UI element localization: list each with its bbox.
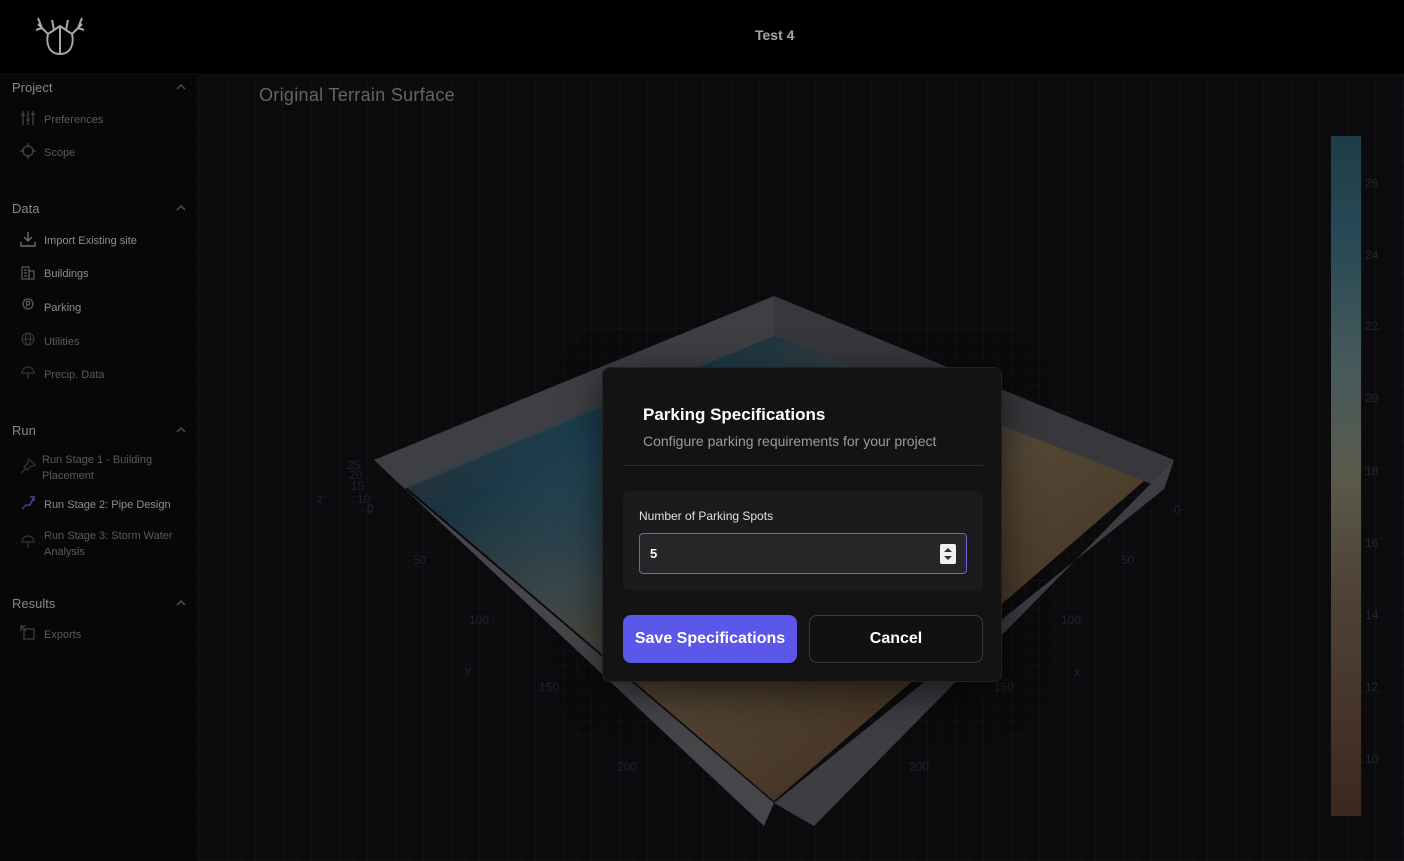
deer-antler-logo-icon[interactable] [34, 14, 86, 58]
chevron-up-icon [176, 83, 186, 90]
colorbar-tick: 26 [1365, 176, 1379, 190]
svg-text:100: 100 [1061, 613, 1081, 627]
sidebar-item-label: Buildings [44, 268, 89, 280]
pipe-icon [21, 496, 35, 510]
sidebar: Project Preferences Scope Data Import Ex… [0, 76, 198, 861]
umbrella-icon [21, 366, 35, 379]
sliders-icon [21, 111, 35, 125]
section-title: Results [12, 596, 56, 611]
globe-icon [21, 332, 35, 346]
section-header-run[interactable]: Run [12, 423, 186, 438]
svg-text:200: 200 [909, 760, 929, 774]
sidebar-item-label: Precip. Data [44, 369, 105, 381]
svg-text:150: 150 [994, 680, 1014, 694]
dialog-title: Parking Specifications [643, 405, 826, 424]
chevron-up-icon [176, 599, 186, 606]
section-title: Project [12, 80, 53, 95]
sidebar-item-label: Import Existing site [44, 235, 137, 247]
svg-text:y: y [465, 663, 471, 677]
colorbar-tick: 16 [1365, 536, 1379, 550]
colorbar-tick: 14 [1365, 608, 1379, 622]
svg-text:10: 10 [357, 492, 371, 506]
svg-text:100: 100 [469, 613, 489, 627]
number-stepper-icon[interactable] [940, 544, 956, 564]
svg-text:200: 200 [617, 760, 637, 774]
svg-text:25: 25 [347, 458, 361, 472]
svg-text:50: 50 [413, 553, 427, 567]
colorbar-tick: 20 [1365, 391, 1379, 405]
colorbar-tick: 22 [1365, 319, 1379, 333]
parking-spots-field-card: Number of Parking Spots [623, 491, 983, 590]
sidebar-item-label: Run Stage 2: Pipe Design [44, 499, 171, 511]
colorbar-tick: 10 [1365, 752, 1379, 766]
building-icon [21, 266, 35, 280]
svg-text:50: 50 [1121, 553, 1135, 567]
sidebar-item-label: Exports [44, 629, 82, 641]
save-specifications-button[interactable]: Save Specifications [623, 615, 797, 663]
top-header: Test 4 [0, 0, 1404, 75]
colorbar-tick: 18 [1365, 464, 1379, 478]
sidebar-item-label: Utilities [44, 336, 80, 348]
colorbar-tick: 24 [1365, 248, 1379, 262]
project-title[interactable]: Test 4 [755, 27, 794, 43]
field-label: Number of Parking Spots [639, 509, 774, 523]
sidebar-item-label: Preferences [44, 114, 104, 126]
parking-spots-input[interactable] [639, 533, 967, 574]
sidebar-item-label: Parking [44, 302, 82, 314]
umbrella-icon [21, 535, 35, 548]
svg-text:z: z [317, 492, 323, 506]
sidebar-item-label: Scope [44, 147, 76, 159]
parking-icon [22, 298, 34, 310]
divider [623, 465, 983, 466]
pin-icon [20, 458, 36, 474]
svg-text:0: 0 [1174, 503, 1181, 517]
chevron-up-icon [176, 204, 186, 211]
svg-text:x: x [1074, 665, 1080, 679]
parking-specifications-dialog: Parking Specifications Configure parking… [602, 367, 1002, 682]
crosshair-icon [20, 143, 36, 159]
cancel-button[interactable]: Cancel [809, 615, 983, 663]
section-title: Data [12, 201, 40, 216]
section-header-project[interactable]: Project [12, 80, 186, 95]
export-icon [20, 625, 35, 640]
dialog-description: Configure parking requirements for your … [643, 433, 937, 449]
section-header-data[interactable]: Data [12, 201, 186, 216]
section-title: Run [12, 423, 36, 438]
colorbar-tick: 12 [1365, 680, 1379, 694]
colorbar [1331, 136, 1361, 816]
sidebar-item-label: Run Stage 3: Storm Water Analysis [44, 530, 173, 558]
svg-text:150: 150 [539, 680, 559, 694]
download-icon [20, 232, 36, 247]
chevron-up-icon [176, 426, 186, 433]
sidebar-item-label: Run Stage 1 - Building Placement [42, 454, 153, 482]
section-header-results[interactable]: Results [12, 596, 186, 611]
